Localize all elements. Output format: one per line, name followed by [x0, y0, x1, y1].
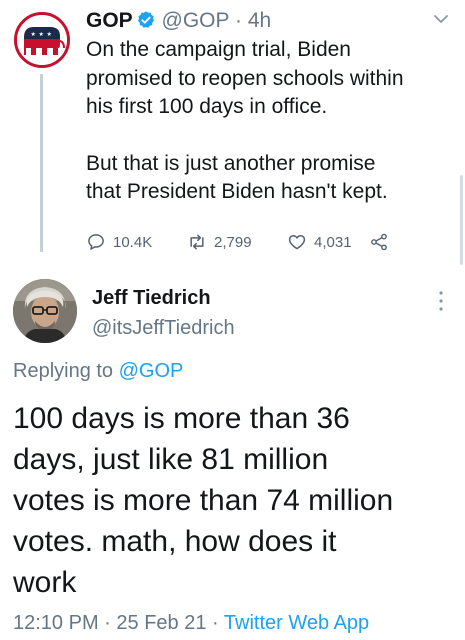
gop-avatar[interactable]: ★ ★ ★ [14, 12, 70, 68]
chevron-down-icon[interactable] [432, 10, 450, 28]
profile-photo [13, 279, 77, 343]
meta-separator: · [235, 9, 242, 32]
svg-text:★: ★ [31, 31, 36, 38]
reply-action[interactable]: 10.4K [86, 230, 152, 254]
parent-tweet-header: GOP @GOP · 4h [86, 8, 271, 34]
parent-tweet[interactable]: ★ ★ ★ GOP @GOP · 4h On the campaign tria… [0, 0, 465, 265]
parent-display-name[interactable]: GOP [86, 9, 133, 32]
replying-to-label: Replying to [13, 360, 114, 382]
retweet-icon [190, 234, 204, 250]
tweet-date[interactable]: 25 Feb 21 [116, 612, 206, 634]
reply-count: 10.4K [113, 233, 153, 251]
tweet-text-line: votes. math, how does it [13, 525, 337, 558]
tweet-text-line: days, just like 81 million [13, 443, 329, 476]
footer-separator: · [104, 612, 111, 634]
scrollbar[interactable] [460, 175, 463, 265]
tweet-text-line: promised to reopen schools within [86, 66, 404, 90]
thread-line [40, 74, 43, 252]
like-action[interactable]: 4,031 [287, 230, 352, 254]
footer-separator: · [212, 612, 219, 634]
like-icon [288, 235, 306, 250]
reply-icon [88, 234, 104, 250]
tweet-text-line: votes is more than 74 million [13, 484, 394, 517]
reply-handle[interactable]: @itsJeffTiedrich [92, 317, 235, 340]
tweet-text-line: that President Biden hasn't kept. [86, 180, 388, 203]
parent-timestamp[interactable]: 4h [248, 9, 271, 32]
parent-tweet-text: On the campaign trial, Biden promised to… [86, 36, 456, 207]
reply-tweet-text: 100 days is more than 36 days, just like… [13, 398, 458, 603]
gop-elephant-logo: ★ ★ ★ [17, 15, 67, 65]
tweet-text-line: his first 100 days in office. [86, 95, 328, 118]
parent-handle[interactable]: @GOP [162, 9, 230, 32]
tweet-text-line: But that is just another promise [86, 151, 376, 175]
reply-display-name[interactable]: Jeff Tiedrich [92, 287, 211, 310]
more-vertical-icon[interactable] [438, 290, 444, 312]
client-link[interactable]: Twitter Web App [224, 612, 369, 634]
replying-to: Replying to @GOP [13, 360, 183, 383]
retweet-count: 2,799 [214, 233, 252, 251]
avatar[interactable] [13, 279, 77, 343]
tweet-text-line: work [13, 566, 77, 599]
share-action[interactable] [369, 230, 396, 254]
verified-badge-icon [137, 11, 154, 28]
svg-text:★: ★ [47, 31, 52, 38]
like-count: 4,031 [314, 233, 352, 251]
replying-to-link[interactable]: @GOP [119, 360, 184, 382]
tweet-footer: 12:10 PM · 25 Feb 21 · Twitter Web App [13, 612, 369, 635]
retweet-action[interactable]: 2,799 [187, 230, 252, 254]
tweet-time[interactable]: 12:10 PM [13, 612, 99, 634]
tweet-text-line: 100 days is more than 36 [13, 402, 350, 435]
tweet-text-line: On the campaign trial, Biden [86, 38, 351, 61]
svg-text:★: ★ [39, 31, 44, 38]
share-icon [371, 233, 387, 251]
